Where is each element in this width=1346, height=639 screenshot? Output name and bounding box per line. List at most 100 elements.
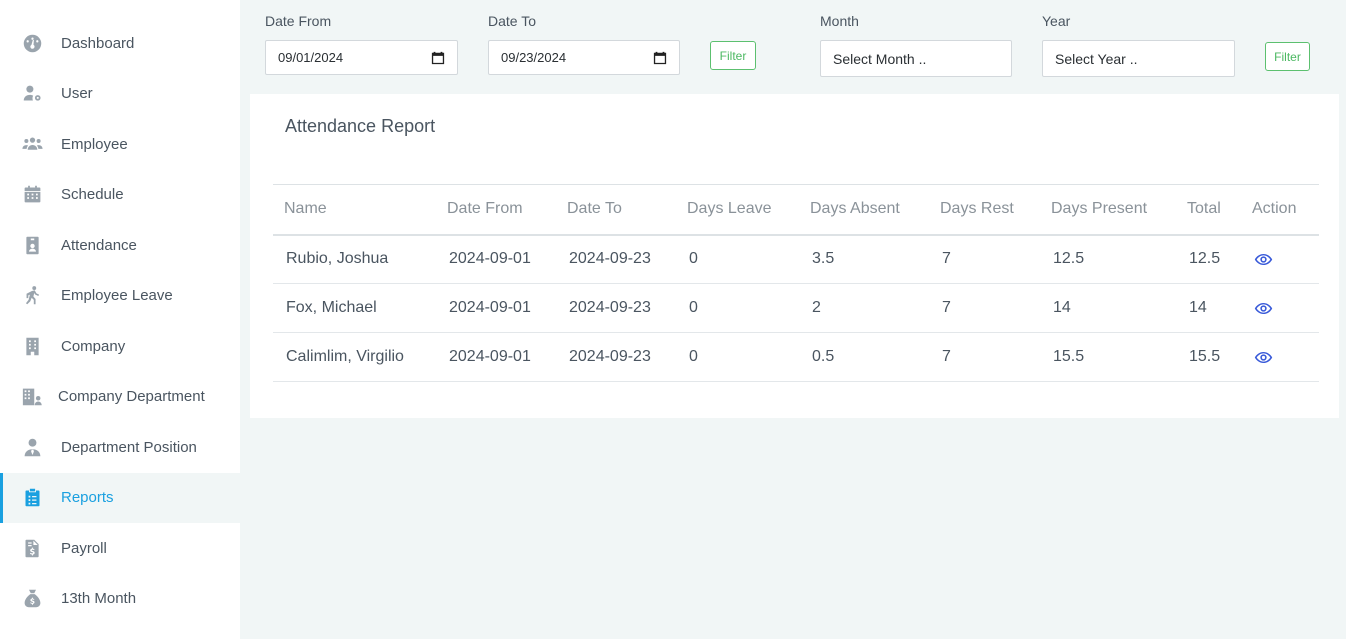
calendar-picker-icon[interactable] <box>431 51 445 65</box>
cell-days-absent: 2 <box>799 283 929 333</box>
date-from-input[interactable]: 09/01/2024 <box>265 40 458 75</box>
cell-days-leave: 0 <box>676 234 799 284</box>
invoice-dollar-icon <box>20 536 44 560</box>
cell-days-present: 12.5 <box>1040 234 1176 284</box>
date-from-label: Date From <box>265 13 332 29</box>
month-label: Month <box>820 13 859 29</box>
year-label: Year <box>1042 13 1071 29</box>
sidebar-item-label: Attendance <box>61 236 137 254</box>
sidebar-item-label: Payroll <box>61 539 107 557</box>
column-header[interactable]: Days Absent <box>799 184 929 236</box>
table-header-row: Name Date From Date To Days Leave Days A… <box>273 184 1319 236</box>
column-header[interactable]: Name <box>273 184 436 236</box>
cell-date-from: 2024-09-01 <box>436 283 556 333</box>
cell-action <box>1241 234 1319 284</box>
table-row: Fox, Michael 2024-09-01 2024-09-23 0 2 7… <box>273 283 1319 333</box>
department-icon <box>20 385 44 409</box>
cell-date-to: 2024-09-23 <box>556 332 676 382</box>
main-content: Date From 09/01/2024 Date To 09/23/2024 … <box>240 0 1346 639</box>
sidebar-item-13th-month[interactable]: 13th Month <box>0 574 240 625</box>
year-select[interactable]: Select Year .. <box>1042 40 1235 77</box>
cell-date-to: 2024-09-23 <box>556 283 676 333</box>
sidebar-item-attendance[interactable]: Attendance <box>0 220 240 271</box>
cell-days-rest: 7 <box>929 283 1040 333</box>
cell-total: 14 <box>1176 283 1241 333</box>
users-icon <box>20 132 44 156</box>
cell-action <box>1241 283 1319 333</box>
sidebar-item-label: Company <box>61 337 126 355</box>
sidebar: Dashboard User Employee Schedule Attenda… <box>0 0 240 639</box>
cell-name: Calimlim, Virgilio <box>273 332 436 382</box>
column-header[interactable]: Action <box>1241 184 1319 236</box>
sidebar-item-label: Reports <box>61 489 114 507</box>
month-select[interactable]: Select Month .. <box>820 40 1012 77</box>
column-header[interactable]: Days Leave <box>676 184 799 236</box>
walking-icon <box>20 284 44 308</box>
calendar-picker-icon[interactable] <box>653 51 667 65</box>
cell-total: 12.5 <box>1176 234 1241 284</box>
dashboard-icon <box>20 31 44 55</box>
cell-total: 15.5 <box>1176 332 1241 382</box>
cell-days-leave: 0 <box>676 283 799 333</box>
date-from-value: 09/01/2024 <box>278 50 344 65</box>
sidebar-item-label: Dashboard <box>61 34 135 52</box>
cell-days-rest: 7 <box>929 332 1040 382</box>
cell-date-from: 2024-09-01 <box>436 234 556 284</box>
calendar-icon <box>20 183 44 207</box>
sidebar-item-user[interactable]: User <box>0 69 240 120</box>
column-header[interactable]: Date To <box>556 184 676 236</box>
sidebar-item-label: User <box>61 85 93 103</box>
view-eye-icon[interactable] <box>1254 250 1319 269</box>
column-header[interactable]: Days Rest <box>929 184 1040 236</box>
sidebar-item-label: Schedule <box>61 186 124 204</box>
card-title: Attendance Report <box>285 116 436 136</box>
attendance-report-card: Attendance Report Name Date From Date To… <box>250 94 1339 418</box>
sidebar-item-company-department[interactable]: Company Department <box>0 372 240 423</box>
cell-days-leave: 0 <box>676 332 799 382</box>
cell-action <box>1241 332 1319 382</box>
money-bag-icon <box>20 587 44 611</box>
id-badge-icon <box>20 233 44 257</box>
cell-days-rest: 7 <box>929 234 1040 284</box>
sidebar-item-employee[interactable]: Employee <box>0 119 240 170</box>
clipboard-list-icon <box>20 486 44 510</box>
sidebar-item-label: 13th Month <box>61 590 137 608</box>
table-row: Calimlim, Virgilio 2024-09-01 2024-09-23… <box>273 332 1319 382</box>
user-tie-icon <box>20 435 44 459</box>
sidebar-item-reports[interactable]: Reports <box>0 472 240 523</box>
column-header[interactable]: Date From <box>436 184 556 236</box>
table-row: Rubio, Joshua 2024-09-01 2024-09-23 0 3.… <box>273 234 1319 284</box>
sidebar-item-payroll[interactable]: Payroll <box>0 523 240 574</box>
sidebar-item-label: Department Position <box>61 438 197 456</box>
sidebar-item-dashboard[interactable]: Dashboard <box>0 18 240 69</box>
month-placeholder: Select Month .. <box>833 50 927 67</box>
column-header[interactable]: Days Present <box>1040 184 1176 236</box>
cell-days-absent: 3.5 <box>799 234 929 284</box>
attendance-table: Name Date From Date To Days Leave Days A… <box>273 184 1319 382</box>
sidebar-item-company[interactable]: Company <box>0 321 240 372</box>
cell-days-present: 15.5 <box>1040 332 1176 382</box>
sidebar-item-employee-leave[interactable]: Employee Leave <box>0 271 240 322</box>
sidebar-item-schedule[interactable]: Schedule <box>0 170 240 221</box>
sidebar-item-label: Employee <box>61 135 128 153</box>
date-to-input[interactable]: 09/23/2024 <box>488 40 680 75</box>
sidebar-item-label: Company Department <box>58 388 205 406</box>
year-placeholder: Select Year .. <box>1055 50 1138 67</box>
sidebar-item-department-position[interactable]: Department Position <box>0 422 240 473</box>
sidebar-item-label: Employee Leave <box>61 287 173 305</box>
filter-date-button[interactable]: Filter <box>710 41 756 70</box>
cell-days-absent: 0.5 <box>799 332 929 382</box>
date-to-label: Date To <box>488 13 536 29</box>
user-gear-icon <box>20 82 44 106</box>
date-to-value: 09/23/2024 <box>501 50 567 65</box>
cell-days-present: 14 <box>1040 283 1176 333</box>
cell-date-to: 2024-09-23 <box>556 234 676 284</box>
view-eye-icon[interactable] <box>1254 348 1319 367</box>
view-eye-icon[interactable] <box>1254 299 1319 318</box>
column-header[interactable]: Total <box>1176 184 1241 236</box>
cell-name: Rubio, Joshua <box>273 234 436 284</box>
filter-month-year-button[interactable]: Filter <box>1265 42 1310 71</box>
cell-name: Fox, Michael <box>273 283 436 333</box>
building-icon <box>20 334 44 358</box>
cell-date-from: 2024-09-01 <box>436 332 556 382</box>
